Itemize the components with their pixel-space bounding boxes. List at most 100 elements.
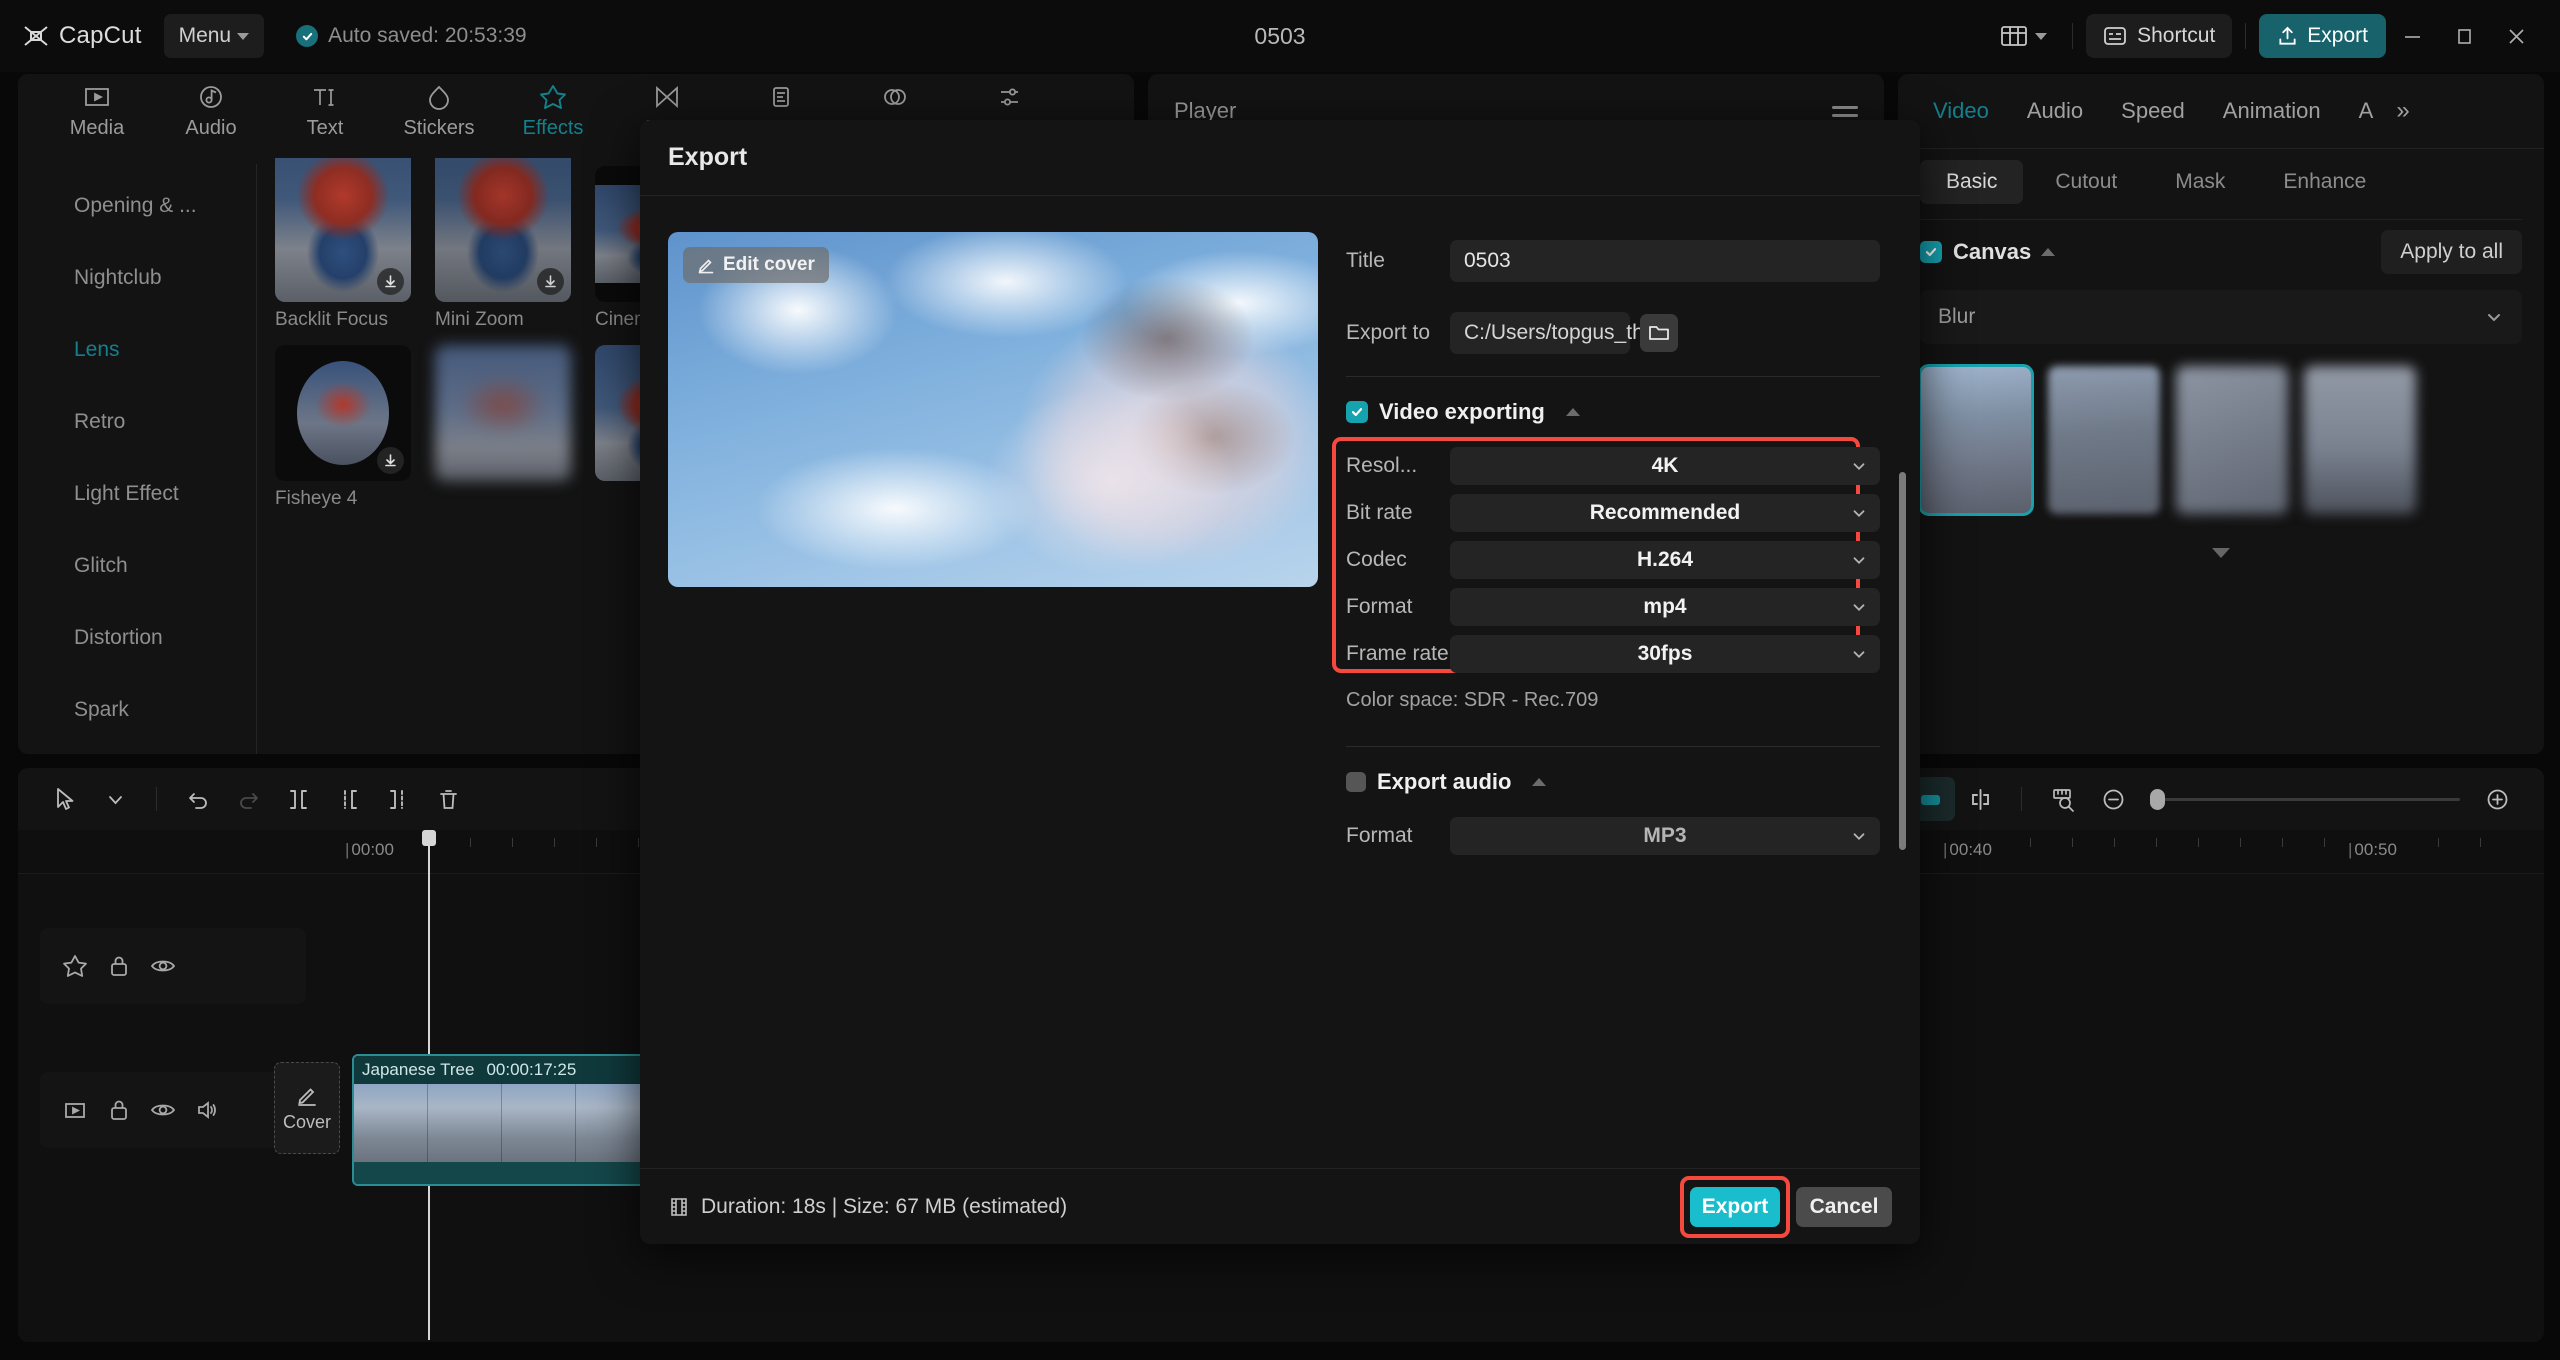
tab-filters[interactable]	[838, 74, 952, 112]
background-option[interactable]	[2304, 366, 2416, 514]
category-glitch[interactable]: Glitch	[18, 530, 256, 602]
video-settings-group: Resol... 4K Bit rate Recommended	[1346, 443, 1880, 677]
cover-button[interactable]: Cover	[274, 1062, 340, 1154]
tab-speed[interactable]: Speed	[2102, 98, 2204, 124]
format-select[interactable]: mp4	[1450, 588, 1880, 626]
video-exporting-checkbox[interactable]	[1346, 401, 1368, 423]
undo-icon[interactable]	[173, 777, 223, 821]
category-light-effect[interactable]: Light Effect	[18, 458, 256, 530]
effect-card[interactable]: Mini Zoom	[435, 166, 571, 331]
tab-stickers[interactable]: Stickers	[382, 74, 496, 140]
tab-audio[interactable]: Audio	[2008, 98, 2102, 124]
subtab-enhance[interactable]: Enhance	[2257, 160, 2392, 204]
maximize-icon[interactable]	[2438, 13, 2490, 59]
download-icon[interactable]	[377, 268, 404, 295]
effect-thumbnail[interactable]	[275, 158, 411, 302]
eye-icon[interactable]	[150, 1097, 176, 1123]
canvas-checkbox[interactable]	[1920, 241, 1942, 263]
export-path-input[interactable]: C:/Users/topgus_thin...	[1450, 312, 1630, 354]
redo-icon[interactable]	[223, 777, 273, 821]
zoom-out-icon[interactable]	[2088, 777, 2138, 821]
folder-browse-button[interactable]	[1640, 314, 1678, 352]
timeline-clip[interactable]: Japanese Tree 00:00:17:25	[352, 1054, 662, 1186]
audio-format-select[interactable]: MP3	[1450, 817, 1880, 855]
edit-cover-button[interactable]: Edit cover	[683, 247, 829, 283]
export-confirm-button[interactable]: Export	[1690, 1187, 1780, 1227]
minimize-icon[interactable]	[2386, 13, 2438, 59]
triangle-up-icon[interactable]	[2041, 248, 2055, 256]
tab-label: Effects	[523, 117, 584, 140]
category-retro[interactable]: Retro	[18, 386, 256, 458]
codec-select[interactable]: H.264	[1450, 541, 1880, 579]
tab-animation[interactable]: Animation	[2204, 98, 2340, 124]
trim-right-icon[interactable]	[373, 777, 423, 821]
subtab-basic[interactable]: Basic	[1920, 160, 2023, 204]
hamburger-icon[interactable]	[1832, 106, 1858, 117]
eye-icon[interactable]	[150, 953, 176, 979]
trim-left-icon[interactable]	[323, 777, 373, 821]
background-option[interactable]	[2048, 366, 2160, 514]
tab-captions[interactable]	[724, 74, 838, 112]
export-audio-checkbox[interactable]	[1346, 772, 1366, 792]
subtab-mask[interactable]: Mask	[2149, 160, 2251, 204]
category-distortion[interactable]: Distortion	[18, 602, 256, 674]
zoom-slider[interactable]	[2150, 798, 2460, 801]
background-type-select[interactable]: Blur	[1920, 290, 2522, 344]
zoom-slider-handle[interactable]	[2150, 789, 2165, 810]
folder-icon	[1648, 323, 1670, 343]
category-lens[interactable]: Lens	[18, 314, 256, 386]
menu-button[interactable]: Menu	[164, 14, 265, 58]
category-nightclub[interactable]: Nightclub	[18, 242, 256, 314]
chevron-down-icon[interactable]	[90, 777, 140, 821]
effect-thumbnail[interactable]	[435, 345, 571, 481]
tab-media[interactable]: Media	[40, 74, 154, 140]
dialog-scrollbar[interactable]	[1899, 472, 1906, 850]
triangle-up-icon[interactable]	[1566, 408, 1580, 416]
background-option[interactable]	[1920, 366, 2032, 514]
category-opening[interactable]: Opening & ...	[18, 170, 256, 242]
cancel-button[interactable]: Cancel	[1796, 1187, 1892, 1227]
chevron-double-right-icon[interactable]: »	[2396, 97, 2409, 125]
volume-icon[interactable]	[194, 1097, 220, 1123]
download-icon[interactable]	[377, 447, 404, 474]
effect-thumbnail[interactable]	[435, 158, 571, 302]
split-icon[interactable]	[273, 777, 323, 821]
title-input[interactable]: 0503	[1450, 240, 1880, 282]
shortcut-button[interactable]: Shortcut	[2086, 14, 2232, 58]
tab-video[interactable]: Video	[1914, 98, 2008, 124]
close-icon[interactable]	[2490, 13, 2542, 59]
expand-backgrounds-button[interactable]	[1920, 530, 2522, 558]
tab-adjust[interactable]	[952, 74, 1066, 112]
zoom-in-icon[interactable]	[2472, 777, 2522, 821]
framerate-select[interactable]: 30fps	[1450, 635, 1880, 673]
effect-card[interactable]	[435, 345, 571, 510]
tab-adjust[interactable]: A	[2340, 98, 2393, 124]
effect-card[interactable]: Fisheye 4	[275, 345, 411, 510]
ruler-zoom-icon[interactable]	[2038, 777, 2088, 821]
shortcut-label: Shortcut	[2137, 24, 2215, 48]
effect-thumbnail[interactable]	[275, 345, 411, 481]
effect-card[interactable]: Backlit Focus	[275, 166, 411, 331]
select-arrow-icon[interactable]	[40, 777, 90, 821]
delete-trash-icon[interactable]	[423, 777, 473, 821]
triangle-up-icon[interactable]	[1532, 778, 1546, 786]
split-playhead-icon[interactable]	[1955, 777, 2005, 821]
download-icon[interactable]	[537, 268, 564, 295]
lock-icon[interactable]	[106, 953, 132, 979]
timeline-toolbar-right	[1855, 777, 2522, 821]
apply-to-all-button[interactable]: Apply to all	[2381, 230, 2522, 274]
autosave-label: Auto saved: 20:53:39	[328, 24, 527, 48]
tab-effects[interactable]: Effects	[496, 74, 610, 140]
tab-text[interactable]: Text	[268, 74, 382, 140]
export-audio-label: Export audio	[1377, 769, 1511, 795]
category-spark[interactable]: Spark	[18, 674, 256, 746]
layout-button[interactable]	[1989, 19, 2059, 53]
color-space-label: Color space: SDR - Rec.709	[1346, 689, 1880, 712]
resolution-select[interactable]: 4K	[1450, 447, 1880, 485]
tab-audio[interactable]: Audio	[154, 74, 268, 140]
subtab-cutout[interactable]: Cutout	[2029, 160, 2143, 204]
lock-icon[interactable]	[106, 1097, 132, 1123]
export-button-titlebar[interactable]: Export	[2259, 14, 2386, 58]
background-option[interactable]	[2176, 366, 2288, 514]
bitrate-select[interactable]: Recommended	[1450, 494, 1880, 532]
